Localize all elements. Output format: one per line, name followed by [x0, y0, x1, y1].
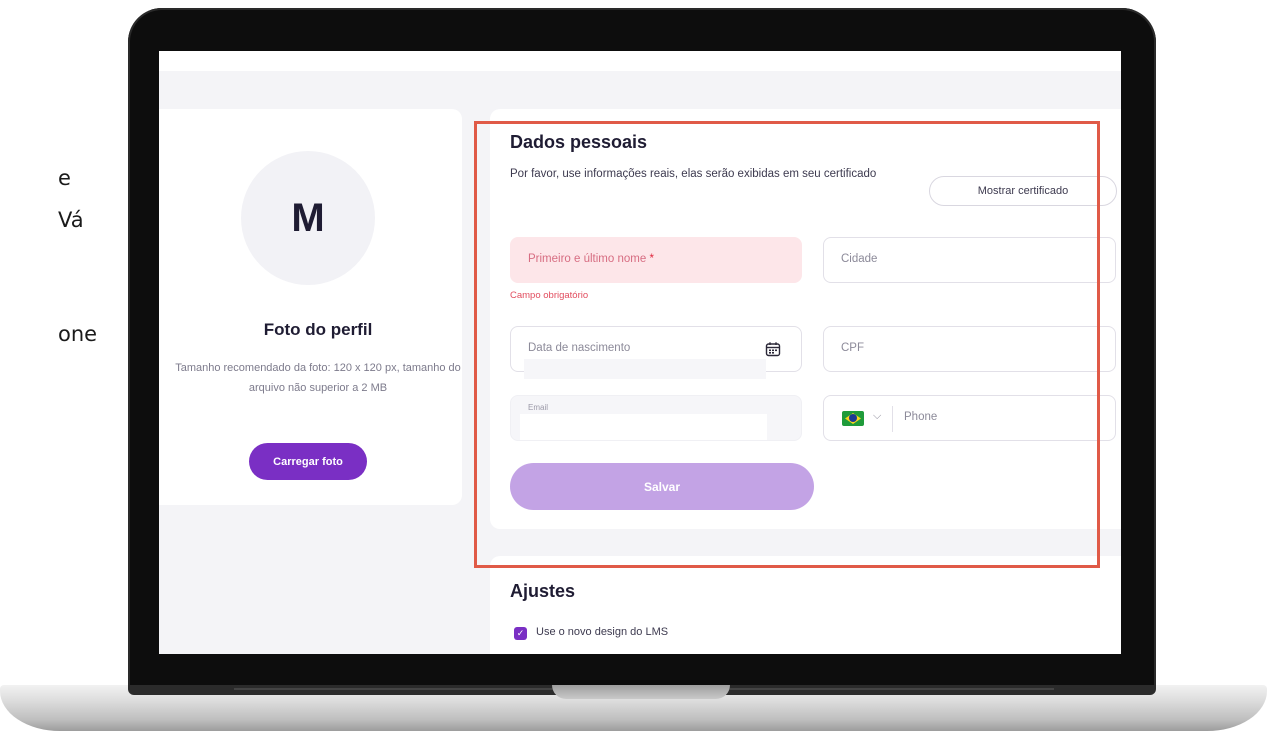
- top-bar: [159, 51, 1121, 71]
- birth-date-placeholder: Data de nascimento: [528, 342, 631, 354]
- cpf-field[interactable]: CPF: [823, 326, 1116, 372]
- settings-title: Ajustes: [510, 581, 576, 601]
- full-name-field[interactable]: Primeiro e último nome *: [510, 237, 802, 283]
- chevron-down-icon[interactable]: ⌵: [873, 410, 881, 423]
- profile-photo-hint: Tamanho recomendado da foto: 120 x 120 p…: [175, 362, 461, 394]
- cpf-placeholder: CPF: [841, 342, 864, 354]
- side-text-fragment: Vá: [58, 208, 84, 232]
- side-text-fragment: one: [58, 322, 98, 346]
- laptop-notch: [552, 685, 730, 699]
- profile-photo-title: Foto do perfil: [263, 320, 373, 339]
- personal-data-title: Dados pessoais: [510, 132, 648, 152]
- city-field[interactable]: Cidade: [823, 237, 1116, 283]
- full-name-error: Campo obrigatório: [510, 290, 589, 301]
- email-field[interactable]: Email: [510, 395, 802, 441]
- email-label: Email: [528, 403, 549, 412]
- phone-field[interactable]: ⌵ Phone: [823, 395, 1116, 441]
- new-design-checkbox[interactable]: ✓: [514, 627, 527, 640]
- new-design-label: Use o novo design do LMS: [536, 626, 669, 638]
- phone-divider: [892, 406, 893, 432]
- city-placeholder: Cidade: [841, 253, 878, 265]
- show-certificate-button[interactable]: Mostrar certificado: [929, 176, 1117, 206]
- required-marker: *: [649, 253, 654, 265]
- redacted-email-value: [520, 414, 767, 440]
- upload-photo-button[interactable]: Carregar foto: [249, 443, 367, 480]
- brazil-flag-icon[interactable]: [842, 411, 864, 426]
- full-name-placeholder: Primeiro e último nome *: [528, 253, 654, 265]
- save-button[interactable]: Salvar: [510, 463, 814, 510]
- calendar-icon[interactable]: [765, 341, 781, 357]
- avatar: M: [241, 151, 375, 285]
- personal-data-info: Por favor, use informações reais, elas s…: [510, 168, 877, 180]
- laptop-screen: M Foto do perfil Tamanho recomendado da …: [159, 51, 1121, 654]
- redacted-bar: [524, 359, 766, 379]
- phone-placeholder: Phone: [904, 411, 938, 423]
- side-text-fragment: e: [58, 166, 71, 190]
- settings-card: [490, 556, 1121, 654]
